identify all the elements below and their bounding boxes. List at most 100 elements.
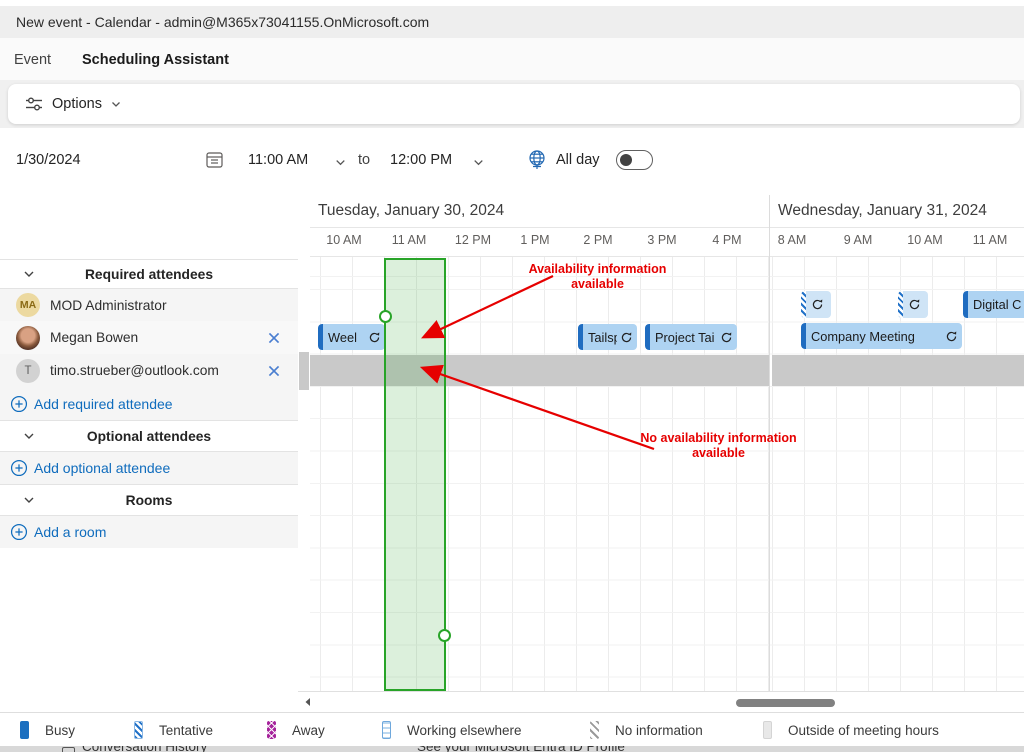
window-title-text: New event - Calendar - admin@M365x730411… [16, 14, 429, 30]
timezone-globe-icon[interactable] [527, 149, 547, 171]
chevron-down-icon [110, 98, 122, 110]
scheduling-assistant-window: New event - Calendar - admin@M365x730411… [0, 0, 1024, 752]
avatar [16, 326, 40, 350]
meeting-time-selection[interactable] [384, 258, 446, 691]
hour-label: 11 AM [377, 233, 441, 253]
day-header: Wednesday, January 31, 2024 [778, 202, 987, 220]
avatar: MA [16, 293, 40, 317]
optional-attendees-header[interactable]: Optional attendees [0, 420, 298, 452]
add-circle-icon [10, 395, 28, 413]
clipped-text: Conversation History [82, 746, 207, 752]
legend-item-busy: Busy [20, 713, 75, 747]
hour-label: 11 AM [958, 233, 1022, 253]
away-swatch [267, 721, 276, 739]
recurrence-icon [903, 298, 926, 311]
add-optional-attendee-row[interactable]: Add optional attendee [0, 452, 298, 484]
no-availability-band [772, 355, 1024, 386]
date-input[interactable]: 1/30/2024 [16, 152, 81, 168]
hour-label: 10 AM [312, 233, 376, 253]
recurrence-icon [717, 331, 735, 344]
recurrence-icon [942, 330, 960, 343]
options-button[interactable]: Options [24, 84, 122, 124]
tab-event[interactable]: Event [14, 38, 51, 78]
attendee-row: Megan Bowen [0, 321, 298, 354]
all-day-label: All day [556, 152, 600, 168]
attendee-row: T timo.strueber@outlook.com [0, 354, 298, 387]
hour-label: 3 PM [630, 233, 694, 253]
day-header: Tuesday, January 30, 2024 [318, 202, 504, 220]
selection-start-handle[interactable] [379, 310, 392, 323]
event-chip-company-meeting[interactable]: Company Meeting [801, 323, 962, 349]
conversation-history-icon [62, 747, 75, 752]
legend-item-working-elsewhere: Working elsewhere [382, 713, 522, 747]
toolbar-card: Options [8, 84, 1020, 124]
legend-item-no-information: No information [590, 713, 703, 747]
add-circle-icon [10, 523, 28, 541]
end-time-chevron-icon[interactable] [472, 156, 485, 169]
options-label: Options [52, 96, 102, 112]
annotation-no-availability: No availability information available [621, 431, 816, 460]
hour-label: 1 PM [503, 233, 567, 253]
options-filter-icon [24, 94, 44, 114]
date-time-row: 1/30/2024 11:00 AM to 12:00 PM All day [0, 128, 1024, 195]
tab-bar: Event Scheduling Assistant [0, 38, 1024, 80]
hour-label: 9 AM [826, 233, 890, 253]
required-attendees-title: Required attendees [0, 267, 298, 282]
outside-hours-swatch [763, 721, 772, 739]
calendar-picker-icon[interactable] [205, 150, 224, 169]
required-attendees-header[interactable]: Required attendees [0, 259, 298, 289]
working-elsewhere-swatch [382, 721, 391, 739]
attendee-name: MOD Administrator [50, 289, 167, 321]
add-optional-attendee-link[interactable]: Add optional attendee [34, 452, 170, 484]
no-availability-band [310, 355, 769, 386]
all-day-toggle[interactable] [616, 150, 653, 170]
rooms-header[interactable]: Rooms [0, 484, 298, 516]
attendee-name: Megan Bowen [50, 321, 138, 354]
selection-end-handle[interactable] [438, 629, 451, 642]
annotation-availability-available: Availability information available [500, 262, 695, 291]
avatar: T [16, 359, 40, 383]
toolbar: Options [0, 80, 1024, 128]
legend-item-tentative: Tentative [134, 713, 213, 747]
add-required-attendee-link[interactable]: Add required attendee [34, 387, 173, 420]
hour-label: 10 AM [893, 233, 957, 253]
to-label: to [358, 152, 370, 168]
event-chip-project[interactable]: Project Tai [645, 324, 737, 350]
chevron-down-icon [22, 429, 36, 443]
add-room-row[interactable]: Add a room [0, 516, 298, 548]
tentative-swatch [134, 721, 143, 739]
event-chip-tentative[interactable] [801, 291, 831, 318]
legend-item-away: Away [267, 713, 325, 747]
chevron-down-icon [22, 493, 36, 507]
hour-label: 4 PM [695, 233, 759, 253]
event-chip-digital[interactable]: Digital C [963, 291, 1024, 318]
grid-bottom-border [298, 691, 1024, 692]
remove-attendee-button[interactable] [266, 363, 282, 379]
divider [310, 227, 1024, 228]
toggle-knob [620, 154, 632, 166]
scroll-left-arrow[interactable] [303, 697, 313, 707]
remove-attendee-button[interactable] [266, 330, 282, 346]
tab-scheduling-assistant[interactable]: Scheduling Assistant [82, 38, 229, 78]
start-time-chevron-icon[interactable] [334, 156, 347, 169]
recurrence-icon [806, 298, 829, 311]
hour-label: 12 PM [441, 233, 505, 253]
start-time-input[interactable]: 11:00 AM [248, 152, 308, 168]
add-circle-icon [10, 459, 28, 477]
recurrence-icon [365, 331, 383, 344]
chevron-down-icon [22, 267, 36, 281]
add-room-link[interactable]: Add a room [34, 516, 106, 548]
event-chip-tentative[interactable] [898, 291, 928, 318]
clipped-text: See your Microsoft Entra ID Profile [417, 746, 625, 752]
event-chip-tailspin[interactable]: Tailsp [578, 324, 637, 350]
legend-item-outside-hours: Outside of meeting hours [763, 713, 939, 747]
event-chip-weekly[interactable]: Weel [318, 324, 385, 350]
attendee-name: timo.strueber@outlook.com [50, 354, 219, 387]
add-required-attendee-row[interactable]: Add required attendee [0, 387, 298, 420]
end-time-input[interactable]: 12:00 PM [390, 152, 452, 168]
hour-label: 2 PM [566, 233, 630, 253]
clipped-background-strip: Conversation History See your Microsoft … [0, 746, 1024, 752]
window-title: New event - Calendar - admin@M365x730411… [0, 6, 1024, 38]
vertical-scrollbar-thumb[interactable] [299, 352, 309, 390]
horizontal-scrollbar-thumb[interactable] [736, 699, 835, 707]
